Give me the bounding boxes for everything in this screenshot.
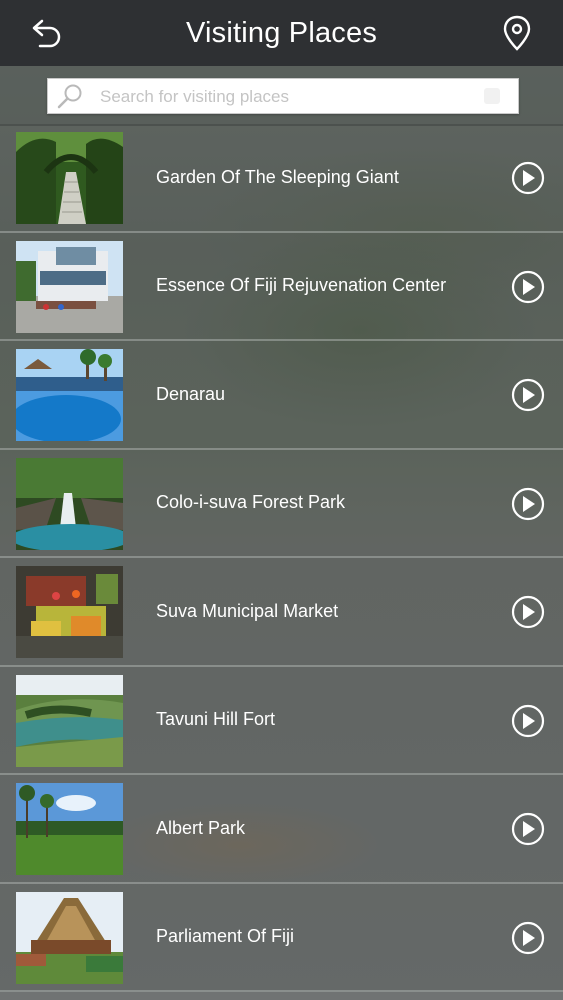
search-icon (57, 84, 82, 109)
page-title: Visiting Places (185, 16, 378, 49)
arrow-right-circle-icon[interactable] (511, 487, 545, 521)
river-valley-photo (16, 674, 123, 767)
back-arrow-icon (32, 19, 61, 48)
parliament-building-photo (16, 891, 123, 984)
place-row[interactable]: Colo-i-suva Forest Park (0, 449, 563, 558)
search-input[interactable] (98, 82, 482, 112)
resort-pool-photo (16, 349, 123, 441)
park-palms-photo (16, 783, 123, 875)
search-box[interactable] (47, 78, 519, 114)
place-row[interactable]: Garden Of The Sleeping Giant (0, 124, 563, 233)
arrow-right-circle-icon[interactable] (511, 921, 545, 955)
arrow-right-circle-icon[interactable] (511, 378, 545, 412)
place-row[interactable]: Tavuni Hill Fort (0, 666, 563, 775)
place-name: Tavuni Hill Fort (156, 709, 276, 729)
search-bar-area (0, 66, 563, 126)
place-name: Denarau (156, 383, 226, 404)
arrow-right-circle-icon[interactable] (511, 595, 545, 629)
arrow-right-circle-icon[interactable] (511, 704, 545, 738)
clear-search-icon[interactable] (484, 88, 500, 104)
place-row[interactable]: Suva Municipal Market (0, 558, 563, 667)
fruit-market-photo (16, 566, 123, 658)
waterfall-pool-photo (16, 457, 123, 550)
back-button[interactable] (26, 13, 66, 53)
location-button[interactable] (497, 13, 537, 53)
header-bar: Visiting Places (0, 0, 563, 66)
place-row[interactable]: Parliament Of Fiji (0, 883, 563, 992)
place-row[interactable]: Denarau (0, 341, 563, 450)
place-name: Essence Of Fiji Rejuvenation Center (156, 275, 447, 295)
place-name: Colo-i-suva Forest Park (156, 492, 346, 512)
place-name: Albert Park (156, 817, 246, 838)
garden-path-photo (16, 132, 123, 224)
place-name: Suva Municipal Market (156, 600, 339, 621)
spa-building-photo (16, 240, 123, 333)
arrow-right-circle-icon[interactable] (511, 812, 545, 846)
arrow-right-circle-icon[interactable] (511, 270, 545, 304)
place-row[interactable]: Albert Park (0, 775, 563, 884)
place-name: Garden Of The Sleeping Giant (156, 166, 399, 187)
place-row[interactable]: Essence Of Fiji Rejuvenation Center (0, 232, 563, 341)
arrow-right-circle-icon[interactable] (511, 161, 545, 195)
places-list: Garden Of The Sleeping Giant Essence Of … (0, 124, 563, 992)
location-pin-icon (503, 15, 531, 51)
place-name: Parliament Of Fiji (156, 926, 295, 946)
